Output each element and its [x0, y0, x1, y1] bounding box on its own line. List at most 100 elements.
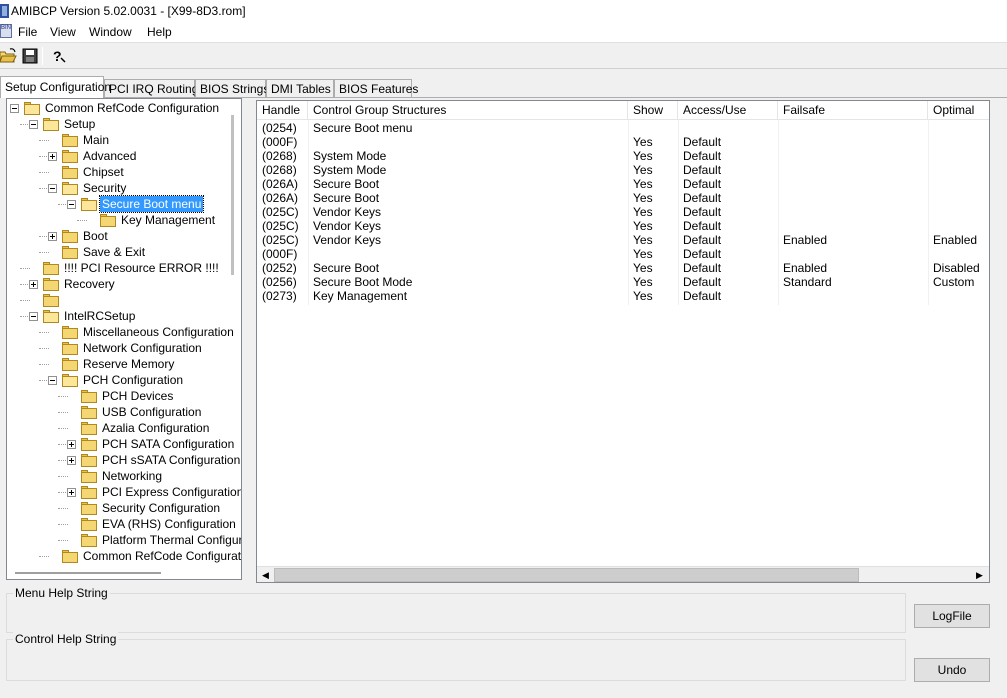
expand-icon[interactable] — [29, 280, 38, 289]
undo-button[interactable]: Undo — [914, 658, 990, 682]
tree-node[interactable]: Network Configuration — [7, 340, 237, 356]
scrollbar-thumb[interactable] — [274, 568, 859, 582]
tree-node[interactable]: PCH Configuration — [7, 372, 237, 388]
tree-node[interactable]: IntelRCSetup — [7, 308, 237, 324]
tree-node[interactable]: Reserve Memory — [7, 356, 237, 372]
tree-node[interactable]: Security Configuration — [7, 500, 237, 516]
tree-node[interactable]: Azalia Configuration — [7, 420, 237, 436]
tree-node[interactable]: USB Configuration — [7, 404, 237, 420]
expand-icon[interactable] — [67, 488, 76, 497]
document-icon[interactable]: BIN — [0, 24, 12, 38]
expand-icon[interactable] — [48, 152, 57, 161]
tree-node[interactable]: Networking — [7, 468, 237, 484]
scroll-right-arrow-icon[interactable]: ▶ — [972, 568, 987, 582]
expand-icon[interactable] — [48, 232, 57, 241]
menu-help[interactable]: Help — [147, 25, 172, 39]
tree-node[interactable]: Secure Boot menu — [7, 195, 237, 213]
save-icon[interactable] — [20, 46, 40, 66]
setup-tree[interactable]: Common RefCode Configuration Setup Main Adv… — [6, 98, 242, 580]
column-header-failsafe[interactable]: Failsafe — [778, 101, 928, 120]
table-row[interactable]: (0273) Key Management Yes Default — [257, 289, 989, 303]
expand-icon[interactable] — [67, 440, 76, 449]
cell-failsafe — [778, 191, 928, 205]
folder-icon — [81, 470, 97, 483]
menu-window[interactable]: Window — [89, 25, 132, 39]
window-title: AMIBCP Version 5.02.0031 - [X99-8D3.rom] — [11, 4, 246, 18]
tree-node[interactable]: Miscellaneous Configuration — [7, 324, 237, 340]
column-header-optimal[interactable]: Optimal — [928, 101, 989, 120]
table-row[interactable]: (026A) Secure Boot Yes Default — [257, 191, 989, 205]
tree-node-label: IntelRCSetup — [64, 309, 136, 323]
tree-node[interactable]: Security — [7, 180, 237, 196]
folder-icon — [62, 550, 78, 563]
tree-node[interactable]: EVA (RHS) Configuration — [7, 516, 237, 532]
table-row[interactable]: (0252) Secure Boot Yes Default Enabled Disabl… — [257, 261, 989, 275]
tree-node[interactable]: Common RefCode Configuration — [7, 100, 237, 116]
tree-horizontal-scrollbar[interactable] — [15, 572, 161, 574]
cell-show: Yes — [633, 135, 653, 149]
column-header-control-group[interactable]: Control Group Structures — [308, 101, 628, 120]
collapse-icon[interactable] — [29, 312, 38, 321]
table-row[interactable]: (025C) Vendor Keys Yes Default — [257, 219, 989, 233]
folder-icon — [62, 182, 78, 195]
grid-horizontal-scrollbar[interactable]: ◀ ▶ — [257, 566, 989, 582]
tab-dmi-tables[interactable]: DMI Tables — [266, 79, 334, 98]
tab-pci-irq-routing[interactable]: PCI IRQ Routing — [104, 79, 198, 98]
cell-access-use: Default — [683, 275, 722, 289]
cell-control-group: Secure Boot — [313, 177, 380, 191]
collapse-icon[interactable] — [48, 376, 57, 385]
logfile-button[interactable]: LogFile — [914, 604, 990, 628]
table-row[interactable]: (0254) Secure Boot menu — [257, 121, 989, 135]
table-row[interactable]: (0256) Secure Boot Mode Yes Default Standard… — [257, 275, 989, 289]
cell-optimal — [928, 121, 989, 135]
collapse-icon[interactable] — [29, 120, 38, 129]
table-row[interactable]: (000F) Yes Default — [257, 135, 989, 149]
toolbar-separator — [42, 47, 43, 65]
table-row[interactable]: (0268) System Mode Yes Default — [257, 163, 989, 177]
table-row[interactable]: (0268) System Mode Yes Default — [257, 149, 989, 163]
tab-bios-features[interactable]: BIOS Features — [334, 79, 418, 98]
collapse-icon[interactable] — [48, 184, 57, 193]
tree-node[interactable]: !!!! PCI Resource ERROR !!!! — [7, 260, 237, 276]
tab-setup-configuration[interactable]: Setup Configuration — [0, 76, 111, 98]
help-icon[interactable]: ? — [48, 46, 68, 66]
tree-node[interactable]: Platform Thermal Configuration — [7, 532, 241, 548]
tree-node[interactable]: Chipset — [7, 164, 237, 180]
column-header-access-use[interactable]: Access/Use — [678, 101, 778, 120]
control-group-grid[interactable]: Handle Control Group Structures Show Acc… — [256, 100, 990, 583]
table-row[interactable]: (000F) Yes Default — [257, 247, 989, 261]
tree-node[interactable] — [7, 292, 237, 308]
menu-view[interactable]: View — [50, 25, 76, 39]
open-icon[interactable] — [0, 46, 18, 66]
tree-vertical-scrollbar[interactable] — [231, 115, 234, 275]
column-header-handle[interactable]: Handle — [257, 101, 308, 120]
table-row[interactable]: (026A) Secure Boot Yes Default — [257, 177, 989, 191]
tree-node[interactable]: PCH Devices — [7, 388, 237, 404]
tree-node[interactable]: Main — [7, 132, 237, 148]
tree-node[interactable]: Save & Exit — [7, 244, 237, 260]
tree-node-label: Common RefCode Configuration — [83, 549, 242, 563]
tree-connector — [58, 540, 68, 541]
tree-node[interactable]: Advanced — [7, 148, 237, 164]
tree-node[interactable]: Common RefCode Configuration — [7, 548, 241, 564]
tree-node[interactable]: PCH sSATA Configuration — [7, 452, 240, 468]
table-row[interactable]: (025C) Vendor Keys Yes Default — [257, 205, 989, 219]
collapse-icon[interactable] — [10, 104, 19, 113]
cell-control-group — [308, 247, 628, 261]
table-row[interactable]: (025C) Vendor Keys Yes Default Enabled Enable… — [257, 233, 989, 247]
tree-node[interactable]: PCI Express Configuration — [7, 484, 241, 500]
tree-node[interactable]: Recovery — [7, 276, 237, 292]
menu-file[interactable]: File — [18, 25, 37, 39]
tree-node[interactable]: Setup — [7, 116, 237, 132]
tree-node[interactable]: Boot — [7, 228, 237, 244]
tree-node[interactable]: PCH SATA Configuration — [7, 436, 237, 452]
cell-handle: (026A) — [262, 191, 299, 205]
column-header-show[interactable]: Show — [628, 101, 678, 120]
tree-node[interactable]: Key Management — [7, 212, 237, 228]
expand-icon[interactable] — [67, 456, 76, 465]
collapse-icon[interactable] — [67, 200, 76, 209]
scroll-left-arrow-icon[interactable]: ◀ — [258, 568, 273, 582]
tab-bios-strings[interactable]: BIOS Strings — [195, 79, 269, 98]
cell-failsafe — [778, 135, 928, 149]
cell-access-use — [678, 121, 778, 135]
